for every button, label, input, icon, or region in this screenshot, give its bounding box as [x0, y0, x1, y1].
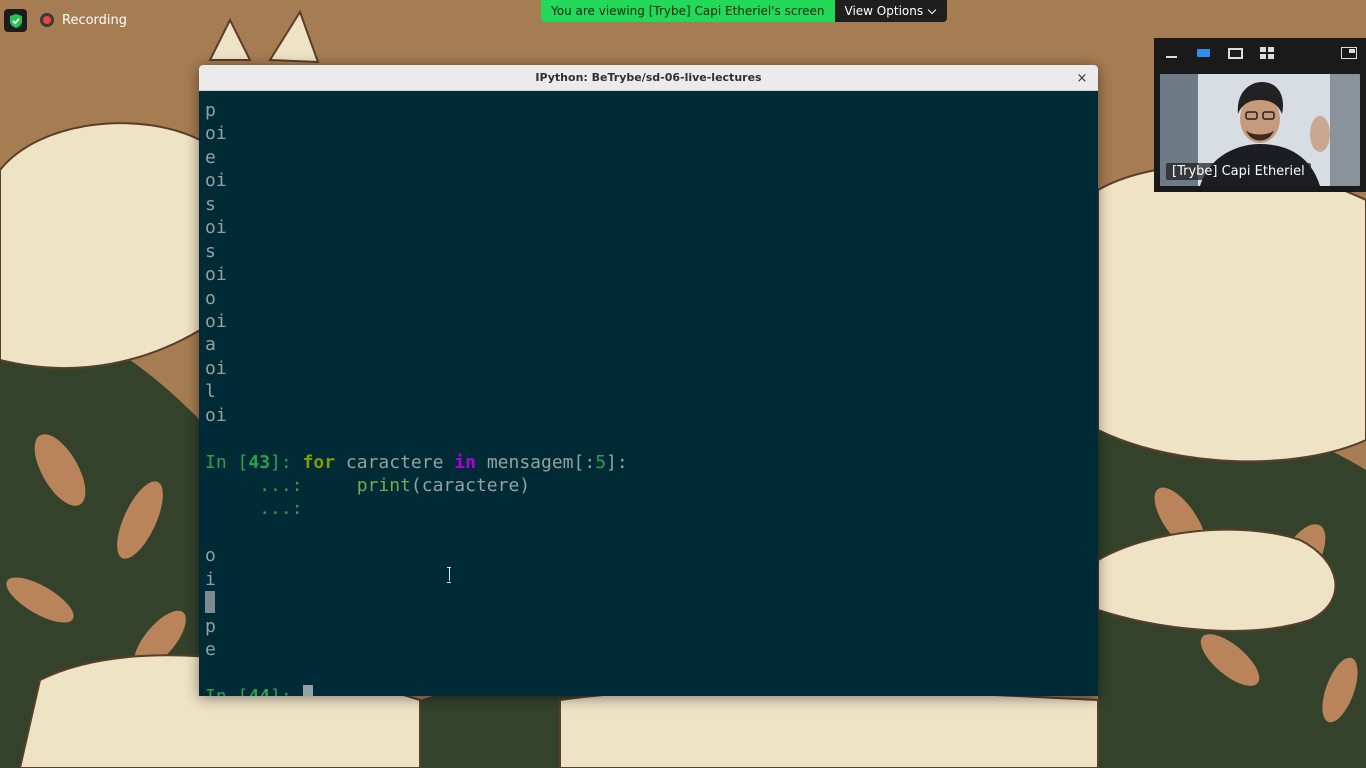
- output-line: o: [205, 545, 216, 567]
- speaker-view-icon: [1196, 49, 1210, 57]
- terminal-title: IPython: BeTrybe/sd-06-live-lectures: [535, 71, 762, 84]
- output-line: e: [205, 146, 216, 168]
- terminal-titlebar[interactable]: IPython: BeTrybe/sd-06-live-lectures ×: [199, 65, 1098, 91]
- output-line: oi: [205, 123, 227, 145]
- shield-check-icon: [9, 13, 22, 28]
- continuation-line: ...:: [205, 497, 1092, 520]
- pip-view-button[interactable]: [1340, 46, 1358, 60]
- viewing-screen-label: You are viewing [Trybe] Capi Etheriel's …: [541, 0, 835, 22]
- prompt-number: 43: [248, 451, 271, 473]
- video-view-toolbar: [1154, 38, 1366, 68]
- continuation-prompt: ...:: [259, 498, 303, 520]
- chevron-down-icon: [927, 5, 937, 14]
- output-line: oi: [205, 264, 227, 286]
- keyword-in: in: [454, 451, 476, 473]
- pip-icon: [1341, 47, 1357, 59]
- speaker-view-button[interactable]: [1194, 46, 1212, 60]
- participant-video[interactable]: [Trybe] Capi Etheriel: [1160, 74, 1360, 186]
- output-line: p: [205, 100, 216, 121]
- single-view-icon: [1227, 47, 1243, 59]
- input-cell-43: In [43]: for caractere in mensagem[:5]:: [205, 451, 1092, 474]
- output-line: a: [205, 334, 216, 356]
- output-line-selected: [205, 591, 1092, 614]
- single-video-button[interactable]: [1226, 46, 1244, 60]
- recording-label: Recording: [62, 12, 128, 28]
- selection-highlight: [205, 591, 215, 614]
- output-line: oi: [205, 357, 227, 379]
- terminal-window[interactable]: IPython: BeTrybe/sd-06-live-lectures × p…: [199, 65, 1098, 696]
- prompt-prefix: In [: [205, 686, 248, 696]
- output-line: o: [205, 287, 216, 309]
- gallery-view-button[interactable]: [1258, 46, 1276, 60]
- participant-video-panel: [Trybe] Capi Etheriel: [1154, 38, 1366, 192]
- builtin-print: print: [356, 475, 411, 496]
- mouse-ibeam-cursor-icon: [447, 567, 451, 583]
- slice-number: 5: [595, 451, 607, 473]
- screen-share-banner: You are viewing [Trybe] Capi Etheriel's …: [541, 0, 948, 22]
- output-line: i: [205, 568, 216, 590]
- view-options-button[interactable]: View Options: [834, 0, 948, 22]
- gallery-grid-icon: [1260, 47, 1274, 59]
- iterable-name: mensagem[:: [475, 451, 596, 473]
- continuation-prompt: ...:: [259, 475, 303, 496]
- continuation-line: ...: print(caractere): [205, 474, 1092, 497]
- close-window-button[interactable]: ×: [1074, 70, 1090, 86]
- text-cursor: [302, 684, 313, 696]
- participant-name-label: [Trybe] Capi Etheriel: [1166, 163, 1311, 180]
- terminal-output[interactable]: p oi e oi s oi s oi o oi a oi l oi In [4…: [199, 91, 1098, 696]
- view-options-label: View Options: [844, 4, 924, 18]
- minimize-icon: [1165, 56, 1177, 58]
- output-line: oi: [205, 217, 227, 239]
- output-line: s: [205, 193, 216, 215]
- prompt-suffix: ]:: [270, 451, 303, 473]
- recording-indicator[interactable]: Recording: [40, 8, 127, 32]
- minimize-video-button[interactable]: [1162, 46, 1180, 60]
- close-icon: ×: [1076, 70, 1088, 86]
- print-arguments: (caractere): [410, 475, 531, 496]
- prompt-number: 44: [248, 686, 270, 696]
- prompt-prefix: In [: [205, 451, 249, 473]
- output-line: l: [205, 381, 216, 403]
- output-line: oi: [205, 170, 227, 192]
- recording-dot-icon: [40, 13, 54, 27]
- loop-variable: caractere: [335, 451, 455, 473]
- input-cell-44[interactable]: In [44]:: [205, 684, 1092, 696]
- keyword-for: for: [302, 451, 336, 473]
- output-line: oi: [205, 404, 227, 426]
- output-line: s: [205, 240, 216, 262]
- prompt-suffix: ]:: [270, 686, 303, 696]
- security-shield-icon[interactable]: [4, 9, 27, 32]
- output-line: e: [205, 639, 216, 661]
- output-line: oi: [205, 310, 227, 332]
- output-line: p: [205, 615, 216, 637]
- iterable-end: ]:: [606, 451, 628, 473]
